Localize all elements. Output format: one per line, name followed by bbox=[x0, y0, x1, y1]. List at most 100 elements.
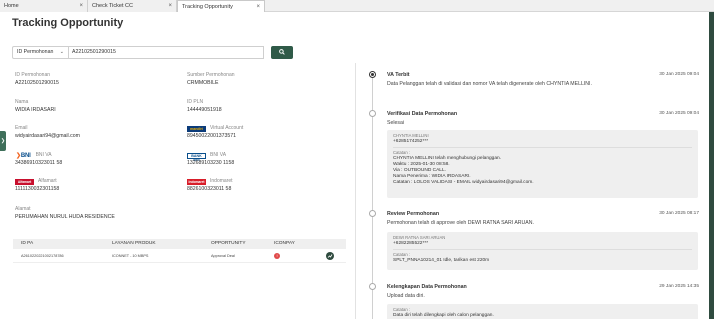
field-bni-va-2: BANK BNI BNI VA 132689103230 1158 bbox=[187, 152, 347, 167]
field-label: ID Permohonan bbox=[15, 72, 51, 78]
cell-opportunity: Approval Deal bbox=[211, 254, 235, 258]
column-header: ID PA bbox=[21, 241, 34, 246]
timeline-title: Review Permohonan bbox=[387, 211, 440, 217]
sidebar-toggle-button[interactable]: ❯ bbox=[0, 131, 6, 151]
close-icon[interactable]: × bbox=[79, 0, 83, 12]
cell-action bbox=[316, 249, 346, 262]
field-label: Virtual Account bbox=[210, 125, 244, 131]
tab-tracking-opportunity[interactable]: Tracking Opportunity × bbox=[177, 0, 265, 12]
field-alfamart: Alfamart Alfamart 1111130032301158 bbox=[15, 178, 175, 193]
field-label: Nama bbox=[15, 99, 29, 105]
field-value: 144449051918 bbox=[187, 107, 222, 113]
mandiri-logo: mandiri bbox=[187, 125, 206, 132]
field-label: Indomaret bbox=[210, 178, 233, 184]
timeline-card: Catatan : Data diri telah dilengkapi ole… bbox=[387, 304, 698, 319]
alert-badge: ! bbox=[274, 253, 280, 259]
close-icon[interactable]: × bbox=[256, 1, 260, 13]
field-value: 89450022001373571 bbox=[187, 133, 237, 139]
card-line: SPLT_PNNA10214_01 Idle, tarikan est 220m bbox=[393, 258, 490, 263]
card-phone: +6282285522*** bbox=[393, 241, 429, 246]
page-title: Tracking Opportunity bbox=[12, 17, 124, 29]
tab-label: Home bbox=[4, 3, 19, 9]
field-value: A22102501290015 bbox=[15, 80, 59, 86]
timeline-desc: Permohonan telah di approve oleh DEWI RA… bbox=[387, 220, 534, 226]
timeline-dot bbox=[369, 210, 376, 217]
trend-arrow-icon[interactable] bbox=[326, 252, 334, 260]
search-input[interactable]: A22102501290015 bbox=[69, 46, 264, 59]
bni-logo-text: BNI bbox=[20, 152, 31, 159]
card-divider bbox=[393, 249, 692, 250]
timeline-title: VA Terbit bbox=[387, 72, 410, 78]
timeline-desc: Selesai bbox=[387, 120, 405, 126]
timeline-time: 29 Jan 2025 14:35 bbox=[659, 284, 699, 289]
field-value: CRMMOBILE bbox=[187, 80, 219, 86]
search-type-value: ID Permohonan bbox=[17, 49, 54, 55]
tab-label: Check Ticket CC bbox=[92, 3, 133, 9]
tab-bar: Home × Check Ticket CC × Tracking Opport… bbox=[0, 0, 714, 12]
field-value: PERUMAHAN NURUL HUDA RESIDENCE bbox=[15, 214, 115, 220]
timeline-dot-active bbox=[369, 71, 376, 78]
field-bni-va: ❯BNI BNI VA 34386910323011 58 bbox=[15, 152, 175, 167]
field-nama: Nama WIDIA IRDASARI bbox=[15, 99, 175, 114]
cell-id-pa: A2610220221002178786 bbox=[21, 254, 64, 258]
timeline-desc: Data Pelanggan telah di validasi dan nom… bbox=[387, 81, 592, 87]
card-line: Data diri telah dilengkapi oleh calon pe… bbox=[393, 313, 494, 318]
indomaret-logo: Indomaret bbox=[187, 178, 206, 185]
card-divider bbox=[393, 147, 692, 148]
field-sumber-permohonan: Sumber Permohonan CRMMOBILE bbox=[187, 72, 347, 87]
field-alamat: Alamat PERUMAHAN NURUL HUDA RESIDENCE bbox=[15, 206, 215, 221]
cell-iconpay: ! bbox=[266, 249, 316, 262]
timeline-time: 30 Jan 2025 09:04 bbox=[659, 111, 699, 116]
field-value: 132689103230 1158 bbox=[187, 160, 235, 166]
tab-label: Tracking Opportunity bbox=[182, 4, 233, 10]
search-type-select[interactable]: ID Permohonan ⌄ bbox=[12, 46, 69, 59]
field-id-permohonan: ID Permohonan A22102501290015 bbox=[15, 72, 175, 87]
panel-divider bbox=[355, 63, 356, 319]
field-virtual-account: mandiri Virtual Account 8945002200137357… bbox=[187, 125, 347, 140]
field-label: ID PLN bbox=[187, 99, 204, 105]
field-label: BNI VA bbox=[35, 152, 52, 158]
field-label: Email bbox=[15, 125, 28, 131]
field-value: 8826100323011 58 bbox=[187, 186, 232, 192]
cell-layanan: ICONNET - 10 MBPS bbox=[112, 254, 149, 258]
chevron-down-icon: ⌄ bbox=[59, 49, 64, 55]
field-value: WIDIA IRDASARI bbox=[15, 107, 56, 113]
alfamart-logo: Alfamart bbox=[15, 178, 34, 185]
scrollbar[interactable] bbox=[709, 12, 714, 319]
field-indomaret: Indomaret Indomaret 8826100323011 58 bbox=[187, 178, 347, 193]
search-button[interactable] bbox=[271, 46, 293, 59]
table-row[interactable]: A2610220221002178786 ICONNET - 10 MBPS A… bbox=[13, 249, 346, 263]
timeline-dot bbox=[369, 110, 376, 117]
table-header: ID PA LAYANAN PRODUK OPPORTUNITY ICONPAY bbox=[13, 239, 346, 249]
tab-check-ticket-cc[interactable]: Check Ticket CC × bbox=[88, 0, 177, 12]
field-label: Alfamart bbox=[38, 178, 57, 184]
timeline-title: Kelengkapan Data Permohonan bbox=[387, 284, 467, 290]
search-icon bbox=[279, 49, 285, 55]
timeline-card: CHYNTIA MELLINI +6285174252*** Catatan :… bbox=[387, 130, 698, 198]
timeline-desc: Upload data diri. bbox=[387, 293, 425, 299]
timeline-title: Verifikasi Data Permohonan bbox=[387, 111, 458, 117]
column-header: LAYANAN PRODUK bbox=[112, 241, 156, 246]
opportunity-table: ID PA LAYANAN PRODUK OPPORTUNITY ICONPAY… bbox=[13, 239, 346, 263]
field-label: BNI VA bbox=[210, 152, 227, 158]
field-value: 34386910323011 58 bbox=[15, 160, 63, 166]
timeline-time: 30 Jan 2025 08:17 bbox=[659, 211, 699, 216]
column-header: OPPORTUNITY bbox=[211, 241, 246, 246]
column-header: ICONPAY bbox=[274, 241, 295, 246]
field-email: Email widyairdasari94@gmail.com bbox=[15, 125, 175, 140]
field-id-pln: ID PLN 144449051918 bbox=[187, 99, 347, 114]
bni-logo: ❯BNI bbox=[16, 152, 31, 159]
card-line: Catatan : LOLOS VALIDASI - EMAIL widyair… bbox=[393, 180, 534, 185]
chevron-right-icon: ❯ bbox=[0, 138, 6, 144]
column-header bbox=[316, 239, 346, 249]
tab-home[interactable]: Home × bbox=[0, 0, 88, 12]
bank-bni-logo: BANK BNI bbox=[187, 152, 206, 162]
timeline-card: DEWI RATNA SARI ARUAN +6282285522*** Cat… bbox=[387, 232, 698, 270]
close-icon[interactable]: × bbox=[168, 0, 172, 12]
card-phone: +6285174252*** bbox=[393, 139, 429, 144]
field-label: Sumber Permohonan bbox=[187, 72, 235, 78]
field-value: widyairdasari94@gmail.com bbox=[15, 133, 80, 139]
timeline-dot bbox=[369, 283, 376, 290]
field-label: Alamat bbox=[15, 206, 31, 212]
field-value: 1111130032301158 bbox=[15, 186, 60, 192]
